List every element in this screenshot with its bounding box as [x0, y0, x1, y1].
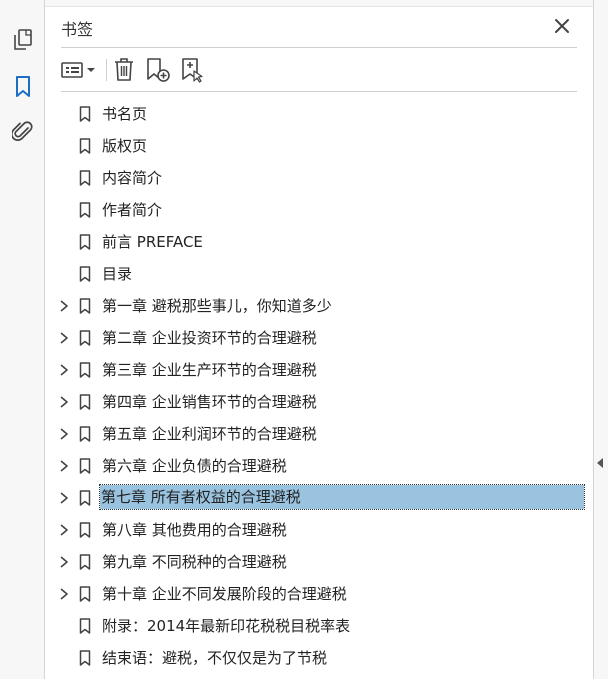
collapse-panel-icon[interactable] [597, 458, 603, 468]
bookmark-label[interactable]: 第三章 企业生产环节的合理避税 [101, 360, 318, 380]
bookmark-label[interactable]: 第九章 不同税种的合理避税 [101, 552, 288, 572]
chevron-right-icon[interactable] [59, 556, 69, 568]
window-top-border [0, 0, 608, 7]
bookmark-label[interactable]: 目录 [101, 264, 133, 284]
bookmark-label[interactable]: 结束语：避税，不仅仅是为了节税 [101, 648, 328, 668]
chevron-right-icon[interactable] [59, 332, 69, 344]
bookmark-icon [79, 458, 91, 474]
delete-icon [115, 58, 133, 81]
bookmark-icon [79, 298, 91, 314]
close-icon[interactable] [551, 15, 573, 37]
chevron-right-icon[interactable] [59, 492, 69, 504]
options-menu-button[interactable] [61, 57, 99, 83]
chevron-right-icon[interactable] [59, 524, 69, 536]
bookmarks-icon[interactable] [11, 75, 35, 99]
bookmark-item[interactable]: 结束语：避税，不仅仅是为了节税 [48, 642, 593, 674]
bookmark-icon [79, 170, 91, 186]
bookmark-item[interactable]: 第一章 避税那些事儿，你知道多少 [48, 290, 593, 322]
bookmark-item[interactable]: 第三章 企业生产环节的合理避税 [48, 354, 593, 386]
bookmark-icon [79, 554, 91, 570]
bookmark-label[interactable]: 第十章 企业不同发展阶段的合理避税 [101, 584, 348, 604]
bookmark-item[interactable]: 第九章 不同税种的合理避税 [48, 546, 593, 578]
bookmark-item[interactable]: 目录 [48, 258, 593, 290]
bookmark-icon [79, 426, 91, 442]
toolbar-divider [61, 91, 577, 92]
bookmark-item[interactable]: 第七章 所有者权益的合理避税 [48, 482, 593, 514]
chevron-right-icon[interactable] [59, 300, 69, 312]
bookmark-item[interactable]: 第二章 企业投资环节的合理避税 [48, 322, 593, 354]
chevron-right-icon[interactable] [59, 460, 69, 472]
bookmark-icon [79, 362, 91, 378]
bookmark-label[interactable]: 版权页 [101, 136, 148, 156]
bookmark-item[interactable]: 第四章 企业销售环节的合理避税 [48, 386, 593, 418]
bookmark-icon [79, 522, 91, 538]
toolbar-separator [106, 59, 107, 81]
bookmark-label[interactable]: 第二章 企业投资环节的合理避税 [101, 328, 318, 348]
bookmark-icon [79, 650, 91, 666]
options-menu-icon [61, 62, 95, 78]
bookmark-label[interactable]: 内容简介 [101, 168, 163, 188]
title-divider [61, 47, 577, 48]
bookmark-label[interactable]: 前言 PREFACE [101, 232, 204, 252]
pages-icon[interactable] [11, 28, 35, 52]
bookmark-icon [79, 490, 91, 506]
bookmark-icon [79, 266, 91, 282]
panel-title: 书签 [61, 20, 94, 39]
chevron-right-icon[interactable] [59, 396, 69, 408]
bookmark-label[interactable]: 第八章 其他费用的合理避税 [101, 520, 288, 540]
bookmark-icon [79, 234, 91, 250]
panel-resize-edge[interactable] [593, 0, 608, 679]
bookmark-icon [79, 106, 91, 122]
bookmark-icon [79, 618, 91, 634]
bookmark-tree: 书名页版权页内容简介作者简介前言 PREFACE 目录第一章 避税那些事儿，你知道… [48, 98, 593, 674]
bookmark-item[interactable]: 第十章 企业不同发展阶段的合理避税 [48, 578, 593, 610]
bookmark-item[interactable]: 内容简介 [48, 162, 593, 194]
new-bookmark-from-structure-button[interactable] [180, 57, 206, 83]
bookmark-item[interactable]: 第五章 企业利润环节的合理避税 [48, 418, 593, 450]
delete-button[interactable] [112, 57, 136, 83]
chevron-right-icon[interactable] [59, 588, 69, 600]
new-bookmark-button[interactable] [145, 57, 171, 83]
bookmark-item[interactable]: 前言 PREFACE [48, 226, 593, 258]
bookmark-item[interactable]: 书名页 [48, 98, 593, 130]
bookmark-label[interactable]: 书名页 [101, 104, 148, 124]
bookmark-label[interactable]: 附录：2014年最新印花税税目税率表 [101, 616, 351, 636]
bookmark-item[interactable]: 附录：2014年最新印花税税目税率表 [48, 610, 593, 642]
new-bookmark-icon [147, 58, 170, 82]
bookmark-label[interactable]: 第四章 企业销售环节的合理避税 [101, 392, 318, 412]
bookmark-item[interactable]: 第六章 企业负债的合理避税 [48, 450, 593, 482]
bookmark-icon [79, 330, 91, 346]
new-bookmark-from-structure-icon [182, 58, 203, 83]
chevron-right-icon[interactable] [59, 364, 69, 376]
navigation-sidebar [0, 0, 45, 679]
bookmark-label[interactable]: 作者简介 [101, 200, 163, 220]
bookmark-icon [79, 586, 91, 602]
bookmark-item[interactable]: 第八章 其他费用的合理避税 [48, 514, 593, 546]
chevron-right-icon[interactable] [59, 428, 69, 440]
attachments-icon[interactable] [11, 120, 35, 144]
bookmark-label[interactable]: 第七章 所有者权益的合理避税 [99, 484, 585, 510]
bookmark-icon [79, 202, 91, 218]
bookmark-item[interactable]: 作者简介 [48, 194, 593, 226]
bookmark-icon [79, 394, 91, 410]
bookmark-icon [79, 138, 91, 154]
bookmark-label[interactable]: 第六章 企业负债的合理避税 [101, 456, 288, 476]
bookmark-label[interactable]: 第一章 避税那些事儿，你知道多少 [101, 296, 333, 316]
bookmark-label[interactable]: 第五章 企业利润环节的合理避税 [101, 424, 318, 444]
bookmark-item[interactable]: 版权页 [48, 130, 593, 162]
